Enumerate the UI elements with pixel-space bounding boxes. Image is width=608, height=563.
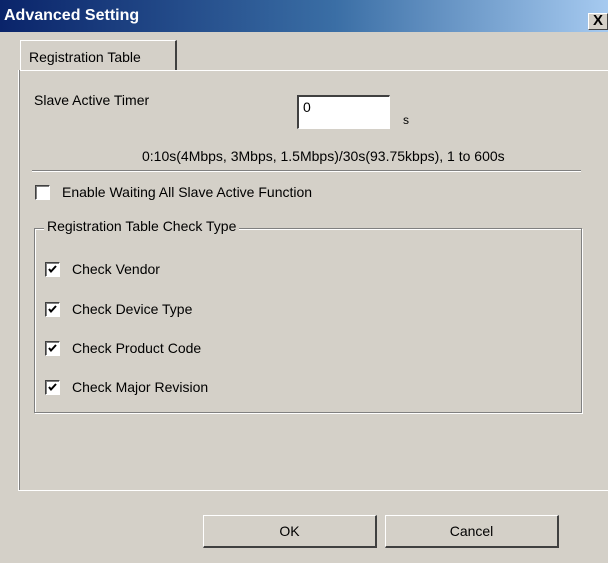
slave-active-timer-label: Slave Active Timer bbox=[34, 92, 150, 108]
enable-waiting-label[interactable]: Enable Waiting All Slave Active Function bbox=[62, 184, 312, 200]
timer-range-hint: 0:10s(4Mbps, 3Mbps, 1.5Mbps)/30s(93.75kb… bbox=[142, 148, 505, 164]
tab-label: Registration Table bbox=[29, 49, 141, 65]
checkmark-icon bbox=[48, 305, 57, 314]
check-device-type-label[interactable]: Check Device Type bbox=[72, 301, 192, 317]
check-major-revision-label[interactable]: Check Major Revision bbox=[72, 379, 208, 395]
close-icon: X bbox=[592, 13, 603, 29]
check-vendor-label[interactable]: Check Vendor bbox=[72, 261, 160, 277]
check-product-code-label[interactable]: Check Product Code bbox=[72, 340, 201, 356]
ok-button[interactable]: OK bbox=[203, 515, 377, 548]
window-title: Advanced Setting bbox=[4, 7, 140, 24]
checkmark-icon bbox=[48, 265, 57, 274]
tab-registration-table[interactable]: Registration Table bbox=[20, 40, 177, 70]
title-bar: Advanced Setting X bbox=[0, 0, 608, 32]
separator-highlight bbox=[32, 171, 581, 172]
panel-bottom-edge bbox=[18, 490, 608, 491]
check-major-revision-checkbox[interactable] bbox=[45, 380, 60, 395]
slave-active-timer-input[interactable]: 0 bbox=[297, 95, 390, 129]
check-device-type-checkbox[interactable] bbox=[45, 302, 60, 317]
panel-edge bbox=[18, 70, 20, 490]
check-product-code-checkbox[interactable] bbox=[45, 341, 60, 356]
check-vendor-checkbox[interactable] bbox=[45, 262, 60, 277]
enable-waiting-checkbox[interactable] bbox=[35, 185, 50, 200]
checkmark-icon bbox=[48, 344, 57, 353]
checkmark-icon bbox=[48, 383, 57, 392]
check-type-group-title: Registration Table Check Type bbox=[44, 218, 240, 234]
close-button[interactable]: X bbox=[588, 13, 608, 30]
timer-unit-label: s bbox=[403, 113, 409, 127]
cancel-button[interactable]: Cancel bbox=[385, 515, 559, 548]
